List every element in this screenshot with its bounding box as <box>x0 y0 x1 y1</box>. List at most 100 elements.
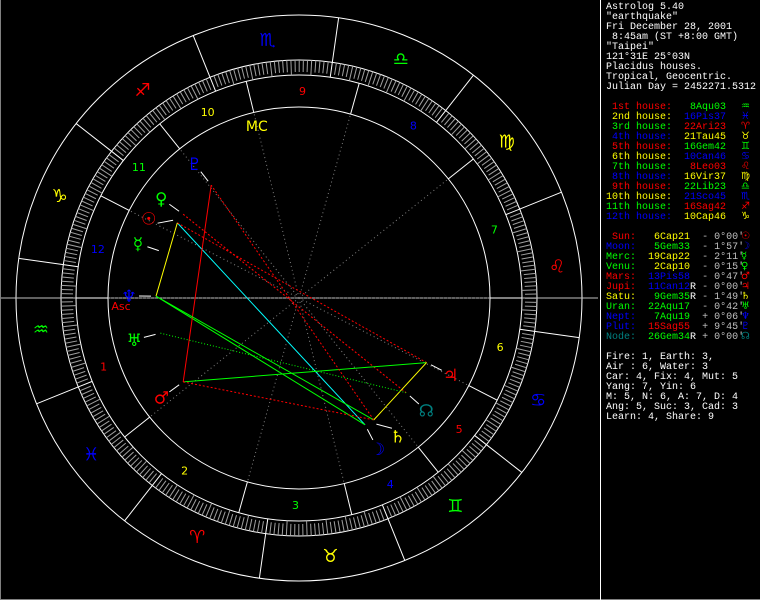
house-cusp <box>124 416 150 438</box>
degree-tick <box>205 78 212 91</box>
degree-tick <box>501 193 514 200</box>
sun-icon[interactable]: ☉︎ <box>141 210 156 230</box>
degree-tick <box>269 522 272 535</box>
degree-tick <box>265 518 269 534</box>
house-position: 10Cap46 <box>684 212 727 223</box>
house-cusp <box>238 481 248 513</box>
degree-tick <box>216 510 222 522</box>
house-cusp <box>350 83 360 115</box>
venus-icon[interactable]: ♀︎ <box>155 189 167 209</box>
sign-glyph-icon: ♍︎ <box>499 132 515 153</box>
degree-tick <box>476 154 490 165</box>
degree-tick <box>321 522 325 535</box>
degree-tick <box>244 515 250 530</box>
degree-tick <box>356 516 361 529</box>
degree-tick <box>84 396 97 403</box>
moon-icon[interactable]: ☽︎ <box>370 440 385 460</box>
degree-tick <box>139 120 151 133</box>
node-icon[interactable]: ☊︎ <box>419 402 434 422</box>
degree-tick <box>511 216 523 222</box>
mars-icon[interactable]: ♂︎ <box>154 389 169 409</box>
degree-tick <box>277 60 280 73</box>
degree-tick <box>190 499 197 511</box>
degree-tick <box>306 520 308 536</box>
degree-tick <box>360 515 365 527</box>
degree-tick <box>252 519 257 532</box>
degree-tick <box>436 110 447 123</box>
degree-tick <box>124 135 137 147</box>
degree-tick <box>63 264 79 268</box>
degree-tick <box>96 415 111 425</box>
planet-position: 26Gem34 <box>648 332 691 343</box>
sign-glyph-icon: ♌︎ <box>549 257 565 278</box>
aspect-line <box>183 381 374 421</box>
degree-tick <box>75 215 87 221</box>
degree-tick <box>510 366 526 373</box>
degree-tick <box>485 419 499 429</box>
degree-tick <box>450 123 462 136</box>
degree-tick <box>511 375 523 381</box>
degree-tick <box>151 473 162 486</box>
degree-tick <box>71 362 86 368</box>
degree-tick <box>61 284 77 287</box>
planet-position-list: Sun: 6Cap21 - 0°00' ☉︎ Moon: 5Gem33 - 1°57… <box>606 232 760 343</box>
neptune-icon[interactable]: ♆︎ <box>121 287 136 307</box>
degree-tick <box>236 516 241 528</box>
chart-wheel[interactable]: ♈︎♉︎♊︎♋︎♌︎♍︎♎︎♏︎♐︎♑︎♒︎♓︎123456789101112A… <box>1 0 601 600</box>
degree-tick <box>524 285 537 287</box>
sign-boundary <box>258 533 267 579</box>
sign-glyph-icon: ♓︎ <box>83 444 99 465</box>
degree-tick <box>257 63 261 76</box>
degree-tick <box>225 71 230 84</box>
planet-label: Node: <box>606 332 637 343</box>
retrograde-flag: R <box>690 332 697 343</box>
degree-tick <box>520 252 533 256</box>
degree-tick <box>353 66 358 79</box>
sign-glyph-icon: ♈︎ <box>189 527 205 548</box>
degree-tick <box>322 61 325 74</box>
saturn-icon[interactable]: ♄︎ <box>390 427 405 447</box>
degree-tick <box>506 204 519 211</box>
degree-tick <box>523 272 536 276</box>
degree-tick <box>83 196 95 203</box>
degree-tick <box>65 340 78 344</box>
degree-tick <box>228 513 234 526</box>
degree-tick <box>194 83 201 96</box>
jupiter-icon[interactable]: ♃︎ <box>443 366 458 386</box>
degree-tick <box>325 519 329 535</box>
degree-tick <box>524 313 537 316</box>
degree-tick <box>62 268 75 271</box>
degree-tick <box>521 309 537 312</box>
degree-tick <box>68 355 81 360</box>
degree-tick <box>66 247 79 252</box>
degree-tick <box>71 227 84 233</box>
julian-day: Julian Day = 2452271.5312 <box>606 82 757 93</box>
sign-glyph-icon: ♎︎ <box>393 49 409 70</box>
degree-tick <box>341 64 346 77</box>
sign-glyph-icon: ♑︎ <box>52 186 68 207</box>
house-number: 3 <box>292 499 299 512</box>
house-number: 8 <box>410 119 417 132</box>
midheaven-label: MC <box>246 119 268 135</box>
degree-tick <box>521 336 534 341</box>
degree-tick <box>397 500 404 513</box>
degree-tick <box>209 507 215 519</box>
degree-tick <box>62 324 78 328</box>
degree-tick <box>401 85 408 97</box>
uranus-icon[interactable]: ♅︎ <box>127 331 142 351</box>
degree-tick <box>81 389 93 396</box>
degree-tick <box>345 65 350 78</box>
degree-tick <box>197 502 204 514</box>
degree-tick <box>337 63 342 76</box>
degree-tick <box>524 317 537 320</box>
mercury-icon[interactable]: ☿︎ <box>133 235 143 255</box>
house-cusp <box>417 446 439 473</box>
degree-tick <box>136 460 148 473</box>
degree-tick <box>503 393 515 400</box>
degree-tick <box>524 281 537 283</box>
pluto-icon[interactable]: ♇︎ <box>187 155 202 175</box>
degree-tick <box>524 276 537 279</box>
sign-boundary <box>331 17 340 63</box>
degree-tick <box>69 235 81 240</box>
degree-tick <box>314 523 316 536</box>
